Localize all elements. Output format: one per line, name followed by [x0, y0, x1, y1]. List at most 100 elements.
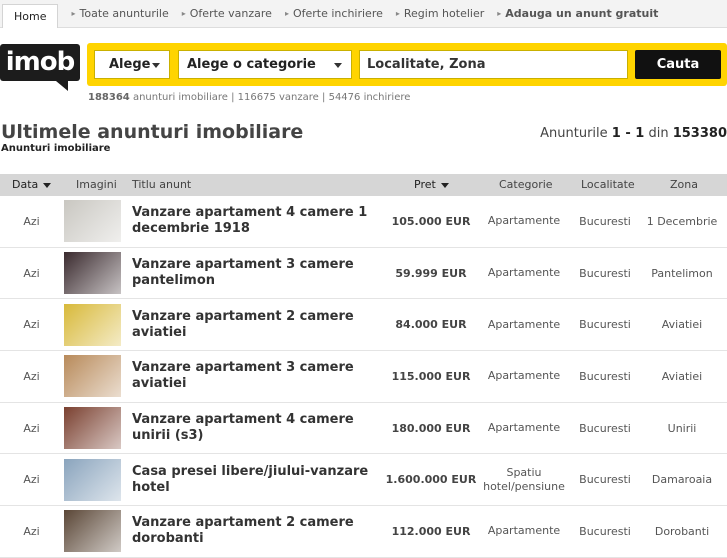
listing-thumbnail[interactable] [63, 407, 121, 450]
row-date: Azi [23, 369, 40, 383]
listing-thumbnail[interactable] [63, 510, 121, 553]
row-price: 84.000 EUR [395, 318, 467, 332]
listings-table: Azi Vanzare apartament 4 camere 1 decemb… [0, 196, 727, 558]
row-locality: Bucuresti [579, 369, 631, 383]
row-date: Azi [23, 318, 40, 332]
chevron-right-icon: ▸ [395, 9, 400, 18]
row-title-link[interactable]: Vanzare apartament 3 camere aviatiei [132, 351, 382, 402]
page-title: Ultimele anunturi imobiliare [1, 121, 304, 143]
row-date: Azi [23, 214, 40, 228]
nav-sale-offers-label: Oferte vanzare [189, 7, 272, 20]
row-date: Azi [23, 473, 40, 487]
sort-down-icon [43, 182, 52, 188]
row-title-link[interactable]: Vanzare apartament 3 camere pantelimon [132, 248, 382, 299]
row-thumbnail-cell[interactable] [63, 248, 121, 299]
sort-by-date[interactable]: Data [12, 174, 52, 196]
nav-all-listings-label: Toate anunturile [79, 7, 169, 20]
row-date: Azi [23, 266, 40, 280]
row-locality: Bucuresti [579, 421, 631, 435]
stats-separator: | [322, 92, 326, 103]
row-zone: Pantelimon [651, 266, 713, 280]
header-zone: Zona [670, 178, 698, 191]
nav-home-tab[interactable]: Home [2, 3, 59, 28]
row-thumbnail-cell[interactable] [63, 454, 121, 505]
row-price: 115.000 EUR [391, 369, 471, 383]
nav-hotel-regime[interactable]: ▸ Regim hotelier [396, 7, 484, 20]
nav-sale-offers[interactable]: ▸ Oferte vanzare [182, 7, 272, 20]
row-locality: Bucuresti [579, 214, 631, 228]
row-zone: Damaroaia [651, 473, 713, 487]
row-price: 1.600.000 EUR [385, 473, 477, 487]
sort-down-icon [440, 182, 449, 188]
search-bar: Alege Alege o categorie Localitate, Zona… [87, 43, 727, 86]
listing-thumbnail[interactable] [63, 200, 121, 243]
listing-stats: 188364 anunturi imobiliare | 116675 vanz… [88, 92, 410, 103]
row-title-link[interactable]: Vanzare apartament 4 camere unirii (s3) [132, 403, 382, 454]
chevron-down-icon [334, 63, 342, 68]
category-select[interactable]: Alege o categorie [178, 50, 352, 79]
nav-hotel-regime-label: Regim hotelier [403, 7, 485, 20]
header-locality: Localitate [581, 178, 635, 191]
transaction-type-select[interactable]: Alege [94, 50, 170, 79]
row-title-link[interactable]: Vanzare apartament 4 camere 1 decembrie … [132, 196, 382, 247]
row-category: Apartamente [487, 317, 561, 331]
page-subtitle: Anunturi imobiliare [1, 143, 111, 154]
header-title: Titlu anunt [132, 178, 192, 191]
table-row[interactable]: Azi Vanzare apartament 3 camere pantelim… [0, 248, 727, 300]
listing-thumbnail[interactable] [63, 458, 121, 501]
category-value: Alege o categorie [187, 57, 316, 72]
nav-rent-offers[interactable]: ▸ Oferte inchiriere [285, 7, 383, 20]
row-title-link[interactable]: Casa presei libere/jiului-vanzare hotel [132, 454, 382, 505]
header-date-label: Data [12, 178, 39, 191]
table-row[interactable]: Azi Vanzare apartament 3 camere aviatiei… [0, 351, 727, 403]
transaction-type-value: Alege [109, 57, 151, 72]
table-row[interactable]: Azi Vanzare apartament 2 camere dorobant… [0, 506, 727, 558]
top-navigation: Home ▸ Toate anunturile ▸ Oferte vanzare… [0, 0, 727, 28]
header-price-label: Pret [414, 178, 436, 191]
row-zone: Aviatiei [661, 318, 703, 332]
row-title-link[interactable]: Vanzare apartament 2 camere dorobanti [132, 506, 382, 557]
chevron-down-icon [152, 63, 160, 68]
chevron-right-icon: ▸ [71, 9, 76, 18]
listing-thumbnail[interactable] [63, 252, 121, 295]
site-logo[interactable]: imob [0, 44, 80, 91]
stats-total-label: anunturi imobiliare [132, 92, 228, 103]
search-button[interactable]: Cauta [635, 50, 721, 79]
row-zone: Aviatiei [661, 369, 703, 383]
listing-thumbnail[interactable] [63, 303, 121, 346]
row-thumbnail-cell[interactable] [63, 351, 121, 402]
stats-rent: 54476 inchiriere [328, 92, 411, 103]
row-thumbnail-cell[interactable] [63, 299, 121, 350]
table-row[interactable]: Azi Casa presei libere/jiului-vanzare ho… [0, 454, 727, 507]
logo-text: imob [0, 44, 80, 81]
sort-by-price[interactable]: Pret [414, 174, 449, 196]
row-locality: Bucuresti [579, 473, 631, 487]
location-input[interactable]: Localitate, Zona [359, 50, 628, 79]
row-thumbnail-cell[interactable] [63, 196, 121, 247]
table-header: Data Imagini Titlu anunt Pret Categorie … [0, 174, 727, 196]
listing-thumbnail[interactable] [63, 355, 121, 398]
nav-add-listing[interactable]: ▸ Adauga un anunt gratuit [497, 7, 658, 20]
row-price: 112.000 EUR [391, 524, 471, 538]
row-zone: 1 Decembrie [646, 214, 718, 228]
row-date: Azi [23, 524, 40, 538]
row-locality: Bucuresti [579, 318, 631, 332]
row-thumbnail-cell[interactable] [63, 506, 121, 557]
results-counter: Anunturile 1 - 1 din 153380 [540, 126, 727, 141]
chevron-right-icon: ▸ [181, 9, 186, 18]
row-category: Apartamente [487, 214, 561, 228]
row-thumbnail-cell[interactable] [63, 403, 121, 454]
nav-all-listings[interactable]: ▸ Toate anunturile [71, 7, 168, 20]
table-row[interactable]: Azi Vanzare apartament 4 camere unirii (… [0, 403, 727, 455]
row-zone: Dorobanti [654, 524, 710, 538]
table-row[interactable]: Azi Vanzare apartament 4 camere 1 decemb… [0, 196, 727, 248]
row-title-link[interactable]: Vanzare apartament 2 camere aviatiei [132, 299, 382, 350]
table-row[interactable]: Azi Vanzare apartament 2 camere aviatiei… [0, 299, 727, 352]
counter-prefix: Anunturile [540, 126, 608, 141]
header-category: Categorie [499, 178, 553, 191]
row-category: Apartamente [487, 524, 561, 538]
row-price: 180.000 EUR [391, 421, 471, 435]
row-category: Apartamente [487, 266, 561, 280]
row-category: Apartamente [487, 421, 561, 435]
counter-total: 153380 [672, 126, 727, 141]
